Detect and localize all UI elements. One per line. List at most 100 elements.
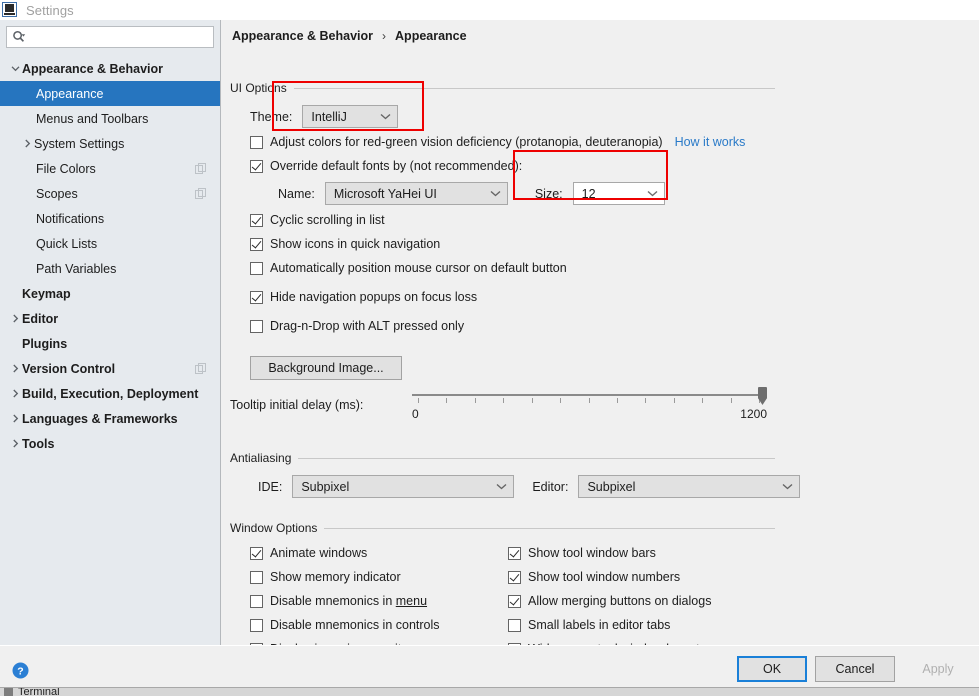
group-divider (293, 87, 775, 89)
antialiasing-ide-select[interactable]: Subpixel (292, 475, 515, 498)
sidebar-item-tools[interactable]: Tools (0, 431, 220, 456)
checkbox-drag-n-drop-with-alt-pressed-only[interactable]: Drag-n-Drop with ALT pressed only (250, 319, 464, 333)
adjust-colors-checkbox[interactable]: Adjust colors for red-green vision defic… (250, 135, 663, 149)
checkbox-allow-merging-buttons-on-dialogs[interactable]: Allow merging buttons on dialogs (508, 594, 711, 608)
sidebar-item-scopes[interactable]: Scopes (0, 181, 220, 206)
sidebar-item-quick-lists[interactable]: Quick Lists (0, 231, 220, 256)
how-it-works-link[interactable]: How it works (675, 135, 746, 149)
chevron-down-icon[interactable] (8, 64, 22, 73)
sidebar-item-menus-and-toolbars[interactable]: Menus and Toolbars (0, 106, 220, 131)
checkbox-show-memory-indicator[interactable]: Show memory indicator (250, 570, 401, 584)
font-name-select[interactable]: Microsoft YaHei UI (324, 182, 508, 205)
checkbox-automatically-position-mouse-cursor-on-default-button[interactable]: Automatically position mouse cursor on d… (250, 261, 567, 275)
checkbox-disable-mnemonics-in-controls[interactable]: Disable mnemonics in controls (250, 618, 440, 632)
slider-track (412, 394, 767, 396)
theme-select-value: IntelliJ (311, 109, 347, 124)
sidebar-item-languages-frameworks[interactable]: Languages & Frameworks (0, 406, 220, 431)
sidebar-item-label: Languages & Frameworks (22, 411, 178, 426)
breadcrumb-separator-icon: › (382, 29, 387, 43)
chevron-right-icon[interactable] (8, 439, 22, 448)
checkbox-label: Show icons in quick navigation (270, 237, 441, 251)
override-fonts-row: Override default fonts by (not recommend… (250, 159, 522, 173)
override-fonts-checkbox[interactable]: Override default fonts by (not recommend… (250, 159, 522, 173)
settings-sidebar: Appearance & Behavior Appearance Menus and… (0, 20, 221, 645)
font-name-label: Name: (278, 186, 315, 201)
font-size-value: 12 (581, 186, 596, 201)
checkbox-cyclic-scrolling-in-list[interactable]: Cyclic scrolling in list (250, 213, 385, 227)
checkbox-box (250, 237, 263, 251)
search-input[interactable] (29, 28, 199, 46)
search-icon (12, 30, 26, 44)
sidebar-item-label: Tools (22, 436, 55, 451)
sidebar-item-label: Version Control (22, 361, 116, 376)
checkbox-disable-mnemonics-in-menu[interactable]: Disable mnemonics in menu (250, 594, 427, 608)
tooltip-delay-label-wrap: Tooltip initial delay (ms): (230, 398, 363, 412)
antialiasing-editor-select[interactable]: Subpixel (578, 475, 801, 498)
chevron-right-icon[interactable] (8, 414, 22, 423)
theme-select[interactable]: IntelliJ (302, 105, 399, 128)
font-name-size-row: Name: Microsoft YaHei UI Size: 12 (278, 182, 665, 205)
checkbox-small-labels-in-editor-tabs[interactable]: Small labels in editor tabs (508, 618, 670, 632)
sidebar-item-notifications[interactable]: Notifications (0, 206, 220, 231)
background-image-button[interactable]: Background Image... (250, 356, 402, 380)
slider-tick (674, 398, 675, 403)
sidebar-item-label: Menus and Toolbars (36, 111, 149, 126)
sidebar-item-system-settings[interactable]: System Settings (0, 131, 220, 156)
slider-tick (645, 398, 646, 403)
sidebar-item-plugins[interactable]: Plugins (0, 331, 220, 356)
checkbox-show-tool-window-numbers[interactable]: Show tool window numbers (508, 570, 680, 584)
window-options-title: Window Options (230, 521, 318, 535)
sidebar-item-label: Editor (22, 311, 59, 326)
checkbox-hide-navigation-popups-on-focus-loss[interactable]: Hide navigation popups on focus loss (250, 290, 477, 304)
copy-settings-icon[interactable] (195, 188, 206, 199)
checkbox-box (508, 570, 521, 584)
tooltip-delay-slider[interactable]: 0 1200 (412, 385, 767, 425)
sidebar-item-file-colors[interactable]: File Colors (0, 156, 220, 181)
checkbox-box (250, 546, 263, 560)
ok-button[interactable]: OK (737, 656, 807, 682)
checkbox-box (250, 618, 263, 632)
breadcrumb-root[interactable]: Appearance & Behavior (232, 29, 373, 43)
sidebar-item-label: System Settings (34, 136, 125, 151)
search-box[interactable] (6, 26, 214, 48)
chevron-down-icon (496, 483, 507, 490)
slider-max-label: 1200 (740, 407, 767, 421)
override-fonts-label: Override default fonts by (not recommend… (270, 159, 523, 173)
cancel-button[interactable]: Cancel (815, 656, 895, 682)
checkbox-show-icons-in-quick-navigation[interactable]: Show icons in quick navigation (250, 237, 440, 251)
chevron-right-icon[interactable] (8, 389, 22, 398)
font-size-select[interactable]: 12 (572, 182, 665, 205)
apply-button: Apply (903, 656, 973, 682)
sidebar-item-editor[interactable]: Editor (0, 306, 220, 331)
font-name-value: Microsoft YaHei UI (333, 186, 437, 201)
sidebar-item-keymap[interactable]: Keymap (0, 281, 220, 306)
chevron-right-icon[interactable] (8, 314, 22, 323)
checkbox-label: Hide navigation popups on focus loss (270, 290, 478, 304)
sidebar-item-build-execution-deployment[interactable]: Build, Execution, Deployment (0, 381, 220, 406)
checkbox-animate-windows[interactable]: Animate windows (250, 546, 367, 560)
sidebar-item-path-variables[interactable]: Path Variables (0, 256, 220, 281)
slider-tick (418, 398, 419, 403)
checkbox-box (508, 594, 521, 608)
copy-settings-icon[interactable] (195, 163, 206, 174)
checkbox-box (250, 261, 263, 275)
sidebar-item-appearance-behavior[interactable]: Appearance & Behavior (0, 56, 220, 81)
sidebar-item-label: Quick Lists (36, 236, 98, 251)
slider-tick (589, 398, 590, 403)
chevron-right-icon[interactable] (8, 364, 22, 373)
slider-tick (532, 398, 533, 403)
font-size-label: Size: (534, 186, 563, 201)
window-title-bar: Settings (0, 0, 979, 20)
slider-tick (475, 398, 476, 403)
checkbox-show-tool-window-bars[interactable]: Show tool window bars (508, 546, 656, 560)
checkbox-box (250, 570, 263, 584)
copy-settings-icon[interactable] (195, 363, 206, 374)
checkbox-label: Disable mnemonics in controls (270, 618, 440, 632)
help-icon[interactable]: ? (12, 662, 29, 679)
intellij-idea-icon (2, 1, 17, 17)
chevron-right-icon[interactable] (20, 139, 34, 148)
sidebar-item-version-control[interactable]: Version Control (0, 356, 220, 381)
settings-content-panel: Appearance & Behavior › Appearance UI Op… (222, 20, 979, 645)
terminal-tab-label[interactable]: Terminal (18, 688, 60, 696)
sidebar-item-appearance[interactable]: Appearance (0, 81, 220, 106)
